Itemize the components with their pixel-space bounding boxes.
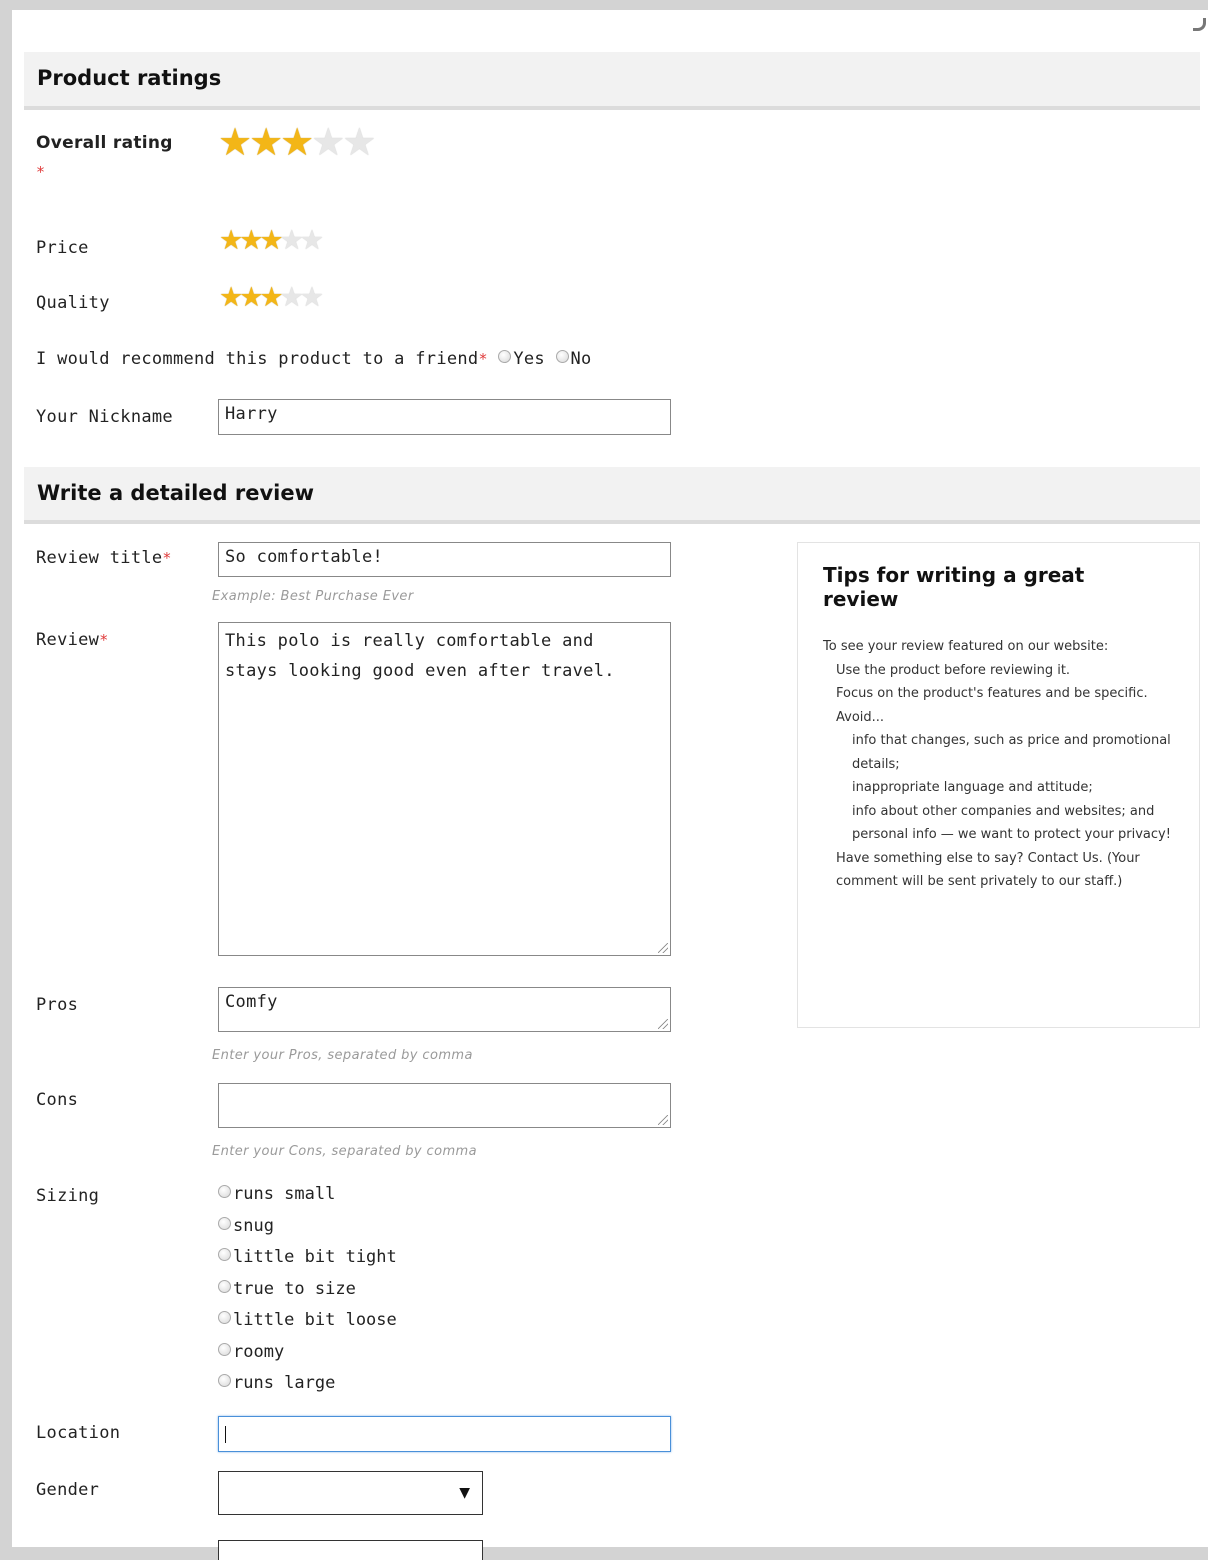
required-asterisk: * — [478, 350, 488, 368]
sizing-option[interactable]: roomy — [218, 1342, 284, 1362]
gender-label: Gender — [36, 1480, 100, 1500]
tips-box: Tips for writing a great review To see y… — [797, 542, 1200, 1028]
location-input[interactable] — [218, 1416, 671, 1452]
cons-hint: Enter your Cons, separated by comma — [212, 1144, 477, 1159]
review-title-text: Review title — [36, 548, 163, 568]
resize-grip-icon[interactable] — [658, 1019, 668, 1029]
sizing-option[interactable]: snug — [218, 1216, 274, 1236]
review-title-label: Review title* — [36, 548, 172, 568]
review-form-panel: Product ratings Overall rating * ★ ★ ★ ★ ★ P… — [12, 10, 1208, 1560]
required-marker: * — [36, 162, 45, 182]
overall-rating-stars[interactable]: ★ ★ ★ ★ ★ — [218, 123, 376, 161]
product-ratings-header: Product ratings — [24, 52, 1200, 110]
star-icon[interactable]: ★ — [311, 123, 345, 161]
nickname-label: Your Nickname — [36, 407, 173, 427]
quality-label: Quality — [36, 293, 110, 313]
review-label: Review* — [36, 630, 109, 650]
tips-avoid-item: info that changes, such as price and pro… — [852, 733, 1171, 772]
section-title: Product ratings — [37, 66, 222, 90]
recommend-yes-label[interactable]: Yes — [513, 349, 545, 369]
sizing-option-label[interactable]: little bit loose — [233, 1310, 397, 1330]
detailed-review-header: Write a detailed review — [24, 467, 1200, 524]
sizing-radio[interactable] — [218, 1185, 231, 1198]
star-icon[interactable]: ★ — [280, 123, 314, 161]
corner-handle-icon — [1193, 18, 1206, 31]
overall-rating-label: Overall rating — [36, 133, 173, 153]
star-icon[interactable]: ★ — [249, 123, 283, 161]
sizing-label: Sizing — [36, 1186, 100, 1206]
sizing-option-label[interactable]: runs small — [233, 1184, 335, 1204]
price-label: Price — [36, 238, 89, 258]
sizing-option[interactable]: runs large — [218, 1373, 335, 1393]
dropdown-arrow-icon: ▼ — [459, 1485, 470, 1501]
cons-label: Cons — [36, 1090, 79, 1110]
next-select[interactable] — [218, 1540, 483, 1560]
required-asterisk: * — [36, 163, 46, 181]
pros-textarea[interactable]: Comfy — [218, 987, 671, 1032]
cons-textarea[interactable] — [218, 1083, 671, 1128]
tips-avoid-item: inappropriate language and attitude; — [852, 780, 1093, 795]
resize-grip-icon[interactable] — [658, 1115, 668, 1125]
tips-item: Focus on the product's features and be s… — [836, 686, 1148, 701]
tips-avoid-item: personal info — we want to protect your … — [852, 827, 1171, 842]
sizing-option-label[interactable]: runs large — [233, 1373, 335, 1393]
location-label: Location — [36, 1423, 121, 1443]
sizing-option[interactable]: true to size — [218, 1279, 356, 1299]
pros-label: Pros — [36, 995, 79, 1015]
recommend-row: I would recommend this product to a frie… — [36, 349, 592, 369]
gender-select[interactable]: ▼ — [218, 1471, 483, 1515]
star-icon[interactable]: ★ — [218, 123, 252, 161]
star-icon[interactable]: ★ — [300, 284, 324, 311]
star-icon[interactable]: ★ — [342, 123, 376, 161]
review-title-input[interactable]: So comfortable! — [218, 542, 671, 577]
nickname-value: Harry — [225, 404, 278, 424]
review-line: This polo is really comfortable and — [225, 631, 594, 651]
tips-closing: Have something else to say? Contact Us. … — [836, 850, 1140, 890]
tips-item: Use the product before reviewing it. — [836, 662, 1071, 678]
recommend-label: I would recommend this product to a frie… — [36, 349, 479, 369]
section-title: Write a detailed review — [37, 481, 315, 505]
sizing-radio[interactable] — [218, 1311, 231, 1324]
sizing-radio[interactable] — [218, 1280, 231, 1293]
review-line: stays looking good even after travel. — [225, 661, 615, 681]
sizing-radio[interactable] — [218, 1248, 231, 1261]
recommend-no-radio[interactable] — [555, 350, 569, 363]
price-rating-stars[interactable]: ★ ★ ★ ★ ★ — [219, 227, 324, 254]
required-asterisk: * — [99, 631, 109, 649]
review-title-value: So comfortable! — [225, 547, 384, 567]
sizing-radio[interactable] — [218, 1343, 231, 1356]
overall-rating-text: Overall rating — [36, 133, 173, 153]
nickname-input[interactable]: Harry — [218, 399, 671, 435]
review-textarea[interactable]: This polo is really comfortable and stay… — [218, 622, 671, 956]
sizing-radio[interactable] — [218, 1374, 231, 1387]
sizing-option[interactable]: little bit loose — [218, 1310, 397, 1330]
sizing-option-label[interactable]: true to size — [233, 1279, 356, 1299]
tips-intro: To see your review featured on our websi… — [823, 639, 1109, 654]
tips-avoid-item: info about other companies and websites;… — [852, 803, 1155, 819]
tips-item: Avoid... — [836, 709, 885, 725]
review-text-label: Review — [36, 630, 100, 650]
resize-grip-icon[interactable] — [658, 943, 668, 953]
tips-title: Tips for writing a great review — [823, 563, 1085, 611]
sizing-option-label[interactable]: little bit tight — [233, 1247, 397, 1267]
quality-rating-stars[interactable]: ★ ★ ★ ★ ★ — [219, 284, 324, 311]
pros-value: Comfy — [225, 992, 278, 1012]
required-asterisk: * — [162, 549, 172, 567]
tips-body: To see your review featured on our websi… — [823, 635, 1183, 894]
review-title-hint: Example: Best Purchase Ever — [212, 589, 414, 604]
recommend-yes-radio[interactable] — [498, 350, 512, 363]
sizing-option-label[interactable]: snug — [233, 1216, 274, 1236]
sizing-option[interactable]: runs small — [218, 1184, 335, 1204]
text-cursor — [225, 1426, 226, 1443]
sizing-option-label[interactable]: roomy — [233, 1342, 284, 1362]
sizing-radio[interactable] — [218, 1217, 231, 1230]
star-icon[interactable]: ★ — [300, 227, 324, 254]
recommend-no-label[interactable]: No — [571, 349, 592, 369]
pros-hint: Enter your Pros, separated by comma — [212, 1048, 473, 1063]
sizing-option[interactable]: little bit tight — [218, 1247, 397, 1267]
